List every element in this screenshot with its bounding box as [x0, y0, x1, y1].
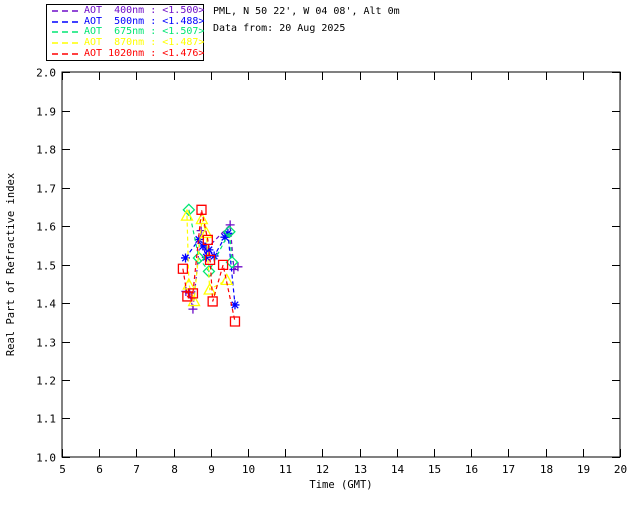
y-tick-label: 1.8 [36, 144, 56, 157]
legend-item-label: AOT 400nm : <1.500> [84, 5, 205, 17]
legend-item-label: AOT 1020nm : <1.476> [84, 47, 205, 59]
plot-canvas: AOT 400nm : <1.500> AOT 500nm : <1.488> AO… [0, 0, 640, 512]
legend-line-sample [52, 31, 78, 34]
x-tick-label: 14 [391, 463, 405, 476]
x-tick-label: 16 [465, 463, 478, 476]
x-tick-label: 9 [208, 463, 215, 476]
y-tick-label: 1.1 [36, 413, 56, 426]
legend-item-0: AOT 400nm : <1.500> [47, 5, 205, 17]
legend-line-sample [52, 10, 78, 12]
y-tick-label: 1.2 [36, 375, 56, 388]
x-tick-label: 12 [316, 463, 329, 476]
legend-item-label: AOT 500nm : <1.488> [84, 15, 205, 27]
x-tick-label: 17 [502, 463, 515, 476]
y-axis-label: Real Part of Refractive index [5, 173, 17, 356]
legend-item-4: AOT 1020nm : <1.476> [47, 47, 205, 59]
y-tick-label: 1.4 [36, 298, 56, 311]
x-tick-label: 8 [171, 463, 178, 476]
x-axis-label: Time (GMT) [309, 479, 372, 491]
y-tick-label: 1.0 [36, 452, 56, 465]
legend-line-sample [52, 52, 78, 55]
y-tick-label: 1.7 [36, 183, 56, 196]
header-data-from: Data from: 20 Aug 2025 [213, 23, 346, 34]
y-tick-label: 1.5 [36, 260, 56, 273]
legend-item-label: AOT 870nm : <1.487> [84, 37, 205, 49]
y-tick-label: 1.9 [36, 106, 56, 119]
x-tick-label: 20 [614, 463, 627, 476]
legend-line-sample [52, 21, 78, 23]
y-tick-label: 1.3 [36, 337, 56, 350]
plot-frame [61, 71, 621, 458]
chart-plot-area: 5 6 7 8 9 10 11 12 13 14 15 16 17 18 19 20 1.0 1.1 1.2 1.3 1… [5, 67, 627, 492]
x-tick-label: 10 [242, 463, 255, 476]
legend: AOT 400nm : <1.500> AOT 500nm : <1.488> AO… [46, 4, 204, 61]
x-tick-label: 6 [96, 463, 103, 476]
x-tick-label: 5 [59, 463, 66, 476]
marker-square [229, 316, 241, 327]
x-tick-label: 19 [577, 463, 590, 476]
legend-line-sample [52, 42, 78, 44]
y-tick-label: 1.6 [36, 221, 56, 234]
marker-triangle [195, 212, 209, 225]
x-tick-label: 15 [428, 463, 441, 476]
y-tick-label: 2.0 [36, 67, 56, 80]
x-tick-label: 18 [540, 463, 553, 476]
x-tick-label: 7 [133, 463, 140, 476]
x-tick-label: 13 [354, 463, 367, 476]
legend-item-3: AOT 870nm : <1.487> [47, 37, 205, 49]
x-tick-label: 11 [279, 463, 292, 476]
header-location: PML, N 50 22', W 04 08', Alt 0m [213, 6, 400, 17]
legend-item-label: AOT 675nm : <1.507> [84, 26, 205, 38]
